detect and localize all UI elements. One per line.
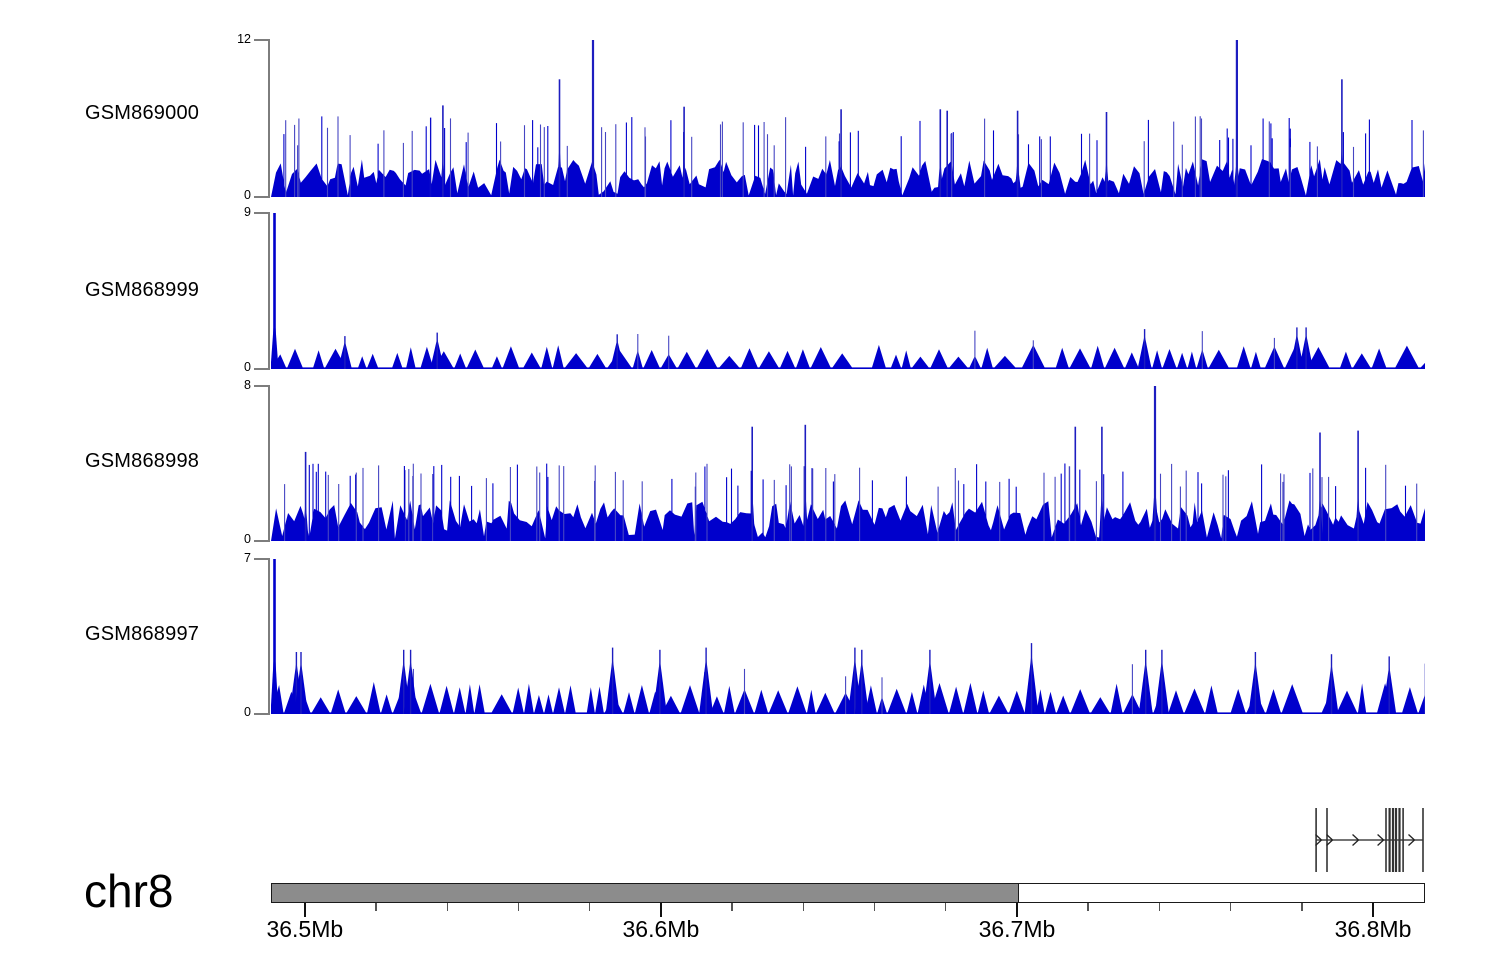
ruler-major-tick [1016,903,1018,917]
y-axis-top-tick [254,212,268,214]
y-axis-zero-label: 0 [244,532,251,546]
y-axis-line [268,39,270,198]
signal-plot-GSM869000 [271,40,1425,197]
ruler-tick-label: 36.7Mb [978,916,1056,942]
gene-model [1315,808,1424,872]
track-label: GSM868998 [85,450,200,472]
y-axis-top-tick [254,39,268,41]
ruler-minor-tick [446,903,448,911]
y-axis-line [268,385,270,542]
track-label: GSM868997 [85,623,200,645]
ruler-minor-tick [873,903,876,911]
y-axis-max-label: 12 [237,32,251,46]
y-axis-zero-label: 0 [244,705,251,719]
ruler-major-tick [304,903,306,917]
y-axis-zero-tick [254,540,268,542]
track-label: GSM868999 [85,279,200,301]
y-axis-line [268,212,270,370]
ruler-major-tick [1372,903,1374,917]
y-axis-line [268,558,270,715]
y-axis-max-label: 7 [244,551,251,565]
ruler-tick-label: 36.8Mb [1334,916,1412,942]
ruler-minor-tick [1158,903,1161,911]
chromosome-highlight-region [272,884,1018,902]
ruler-tick-label: 36.5Mb [266,916,344,942]
y-axis-top-tick [254,385,268,387]
signal-plot-GSM868999 [271,213,1425,369]
ruler-tick-label: 36.6Mb [622,916,700,942]
y-axis-zero-tick [254,196,268,198]
ruler-major-tick [660,903,662,917]
ruler-minor-tick [588,903,591,911]
y-axis-max-label: 8 [244,378,251,392]
ruler-minor-tick [375,903,377,911]
ruler-minor-tick [1229,903,1232,911]
track-label: GSM869000 [85,102,200,124]
y-axis-zero-tick [254,713,268,715]
ruler-minor-tick [517,903,520,911]
ruler-minor-tick [944,903,947,911]
ruler-minor-tick [731,903,733,911]
y-axis-zero-label: 0 [244,360,251,374]
y-axis-top-tick [254,558,268,560]
signal-plot-GSM868997 [271,559,1425,714]
y-axis-zero-label: 0 [244,188,251,202]
signal-plot-GSM868998 [271,386,1425,541]
y-axis-max-label: 9 [244,205,251,219]
chromosome-name: chr8 [84,865,174,917]
ruler-minor-tick [1087,903,1089,911]
ruler-minor-tick [1301,903,1303,911]
ruler-minor-tick [802,903,805,911]
chromosome-bar [271,883,1425,903]
chromosome-region-divider [1017,884,1020,902]
y-axis-zero-tick [254,368,268,370]
genome-browser-figure: chr8 GSM869000 12 0 GSM868999 9 0 GSM868998 8 0 G… [0,0,1500,980]
